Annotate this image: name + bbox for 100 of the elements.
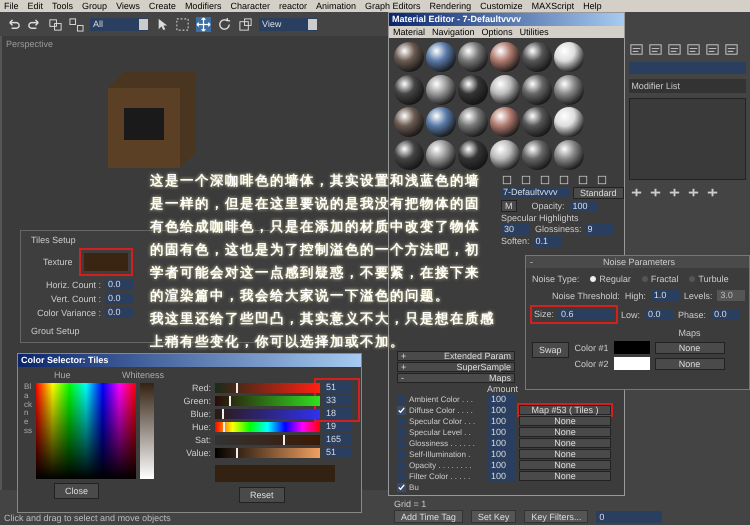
panel-tab-icon[interactable] <box>686 42 702 57</box>
sample-sphere[interactable] <box>426 42 456 72</box>
sample-sphere[interactable] <box>554 74 584 104</box>
whiteness-bar[interactable] <box>140 383 154 479</box>
sample-sphere[interactable] <box>458 107 488 137</box>
object-name-field[interactable] <box>629 62 746 74</box>
number-field[interactable]: 100 <box>488 470 516 482</box>
material-name-dropdown[interactable]: 7-Defaultvvvv <box>501 187 569 198</box>
sample-sphere[interactable] <box>426 74 456 104</box>
color-slider[interactable] <box>215 422 320 432</box>
menu-item[interactable]: Modifiers <box>184 1 222 11</box>
color-swatch[interactable] <box>614 341 650 354</box>
number-field[interactable]: 1.0 <box>650 290 679 301</box>
menu-item[interactable]: Edit <box>28 1 44 11</box>
checkbox[interactable] <box>397 394 406 404</box>
number-field[interactable]: 51 <box>324 447 352 458</box>
menu-item[interactable]: Create <box>148 1 176 11</box>
number-field[interactable]: 165 <box>324 434 352 445</box>
sample-sphere[interactable] <box>522 42 552 72</box>
number-field[interactable]: 0.0 <box>105 307 133 318</box>
color-slider[interactable] <box>215 448 320 458</box>
menu-item[interactable]: Character <box>230 1 270 11</box>
menu-item[interactable]: File <box>4 1 19 11</box>
sample-sphere[interactable] <box>394 74 424 104</box>
add-time-tag-button[interactable]: Add Time Tag <box>394 510 463 523</box>
number-field[interactable]: 51 <box>324 382 352 393</box>
menu-item[interactable]: Group <box>82 1 108 11</box>
tool-icon[interactable] <box>520 174 532 186</box>
tool-icon[interactable] <box>558 174 570 186</box>
slider-thumb[interactable] <box>283 434 286 444</box>
number-field[interactable]: 33 <box>324 395 352 406</box>
panel-tab-icon[interactable] <box>667 42 682 57</box>
sample-sphere[interactable] <box>490 140 520 170</box>
sample-sphere[interactable] <box>522 107 552 137</box>
sample-sphere[interactable] <box>522 74 552 104</box>
sample-sphere[interactable] <box>554 140 584 170</box>
reset-button[interactable]: Reset <box>239 487 285 503</box>
rollout-bar[interactable]: - Noise Parameters <box>526 256 749 268</box>
map-button[interactable]: None <box>519 471 611 481</box>
checkbox[interactable] <box>397 450 406 458</box>
checkbox[interactable] <box>397 472 406 480</box>
number-field[interactable]: 100 <box>488 404 516 416</box>
sample-sphere[interactable] <box>394 107 424 137</box>
tool-icon[interactable] <box>501 174 513 186</box>
number-field[interactable]: 100 <box>488 460 516 470</box>
checkbox[interactable] <box>397 482 406 492</box>
sample-sphere[interactable] <box>554 42 584 72</box>
hue-gradient-square[interactable] <box>36 383 136 479</box>
slider-thumb[interactable] <box>222 422 225 432</box>
move-icon[interactable] <box>196 16 211 32</box>
menu-item[interactable]: Material <box>393 27 426 37</box>
number-field[interactable]: 0.1 <box>532 236 561 247</box>
number-field[interactable]: 0.0 <box>105 279 133 290</box>
texture-swatch[interactable] <box>80 250 131 274</box>
sample-sphere[interactable] <box>490 107 520 137</box>
map-button[interactable]: None <box>654 358 725 370</box>
menu-item[interactable]: Navigation <box>432 27 475 37</box>
close-button[interactable]: Close <box>54 483 100 499</box>
sample-sphere[interactable] <box>522 140 552 170</box>
color-swatch[interactable] <box>614 357 650 370</box>
radio-button[interactable]: Turbule <box>689 274 729 284</box>
sample-sphere[interactable] <box>458 74 488 104</box>
radio-button[interactable]: Regular <box>590 274 631 284</box>
link-icon[interactable] <box>48 16 63 32</box>
menu-item[interactable]: Graph Editors <box>365 1 421 11</box>
rollout-bar[interactable]: + SuperSample <box>397 362 515 372</box>
unlink-icon[interactable] <box>69 16 84 32</box>
tool-icon[interactable] <box>539 174 551 186</box>
checkbox[interactable] <box>397 428 406 436</box>
slider-thumb[interactable] <box>228 396 231 406</box>
frame-field[interactable]: 0 <box>596 510 662 522</box>
map-button[interactable]: None <box>654 342 725 354</box>
panel-tab-icon[interactable] <box>724 42 740 57</box>
radio-button[interactable]: Fractal <box>642 274 678 284</box>
checkbox[interactable] <box>397 406 406 414</box>
sample-sphere[interactable] <box>490 42 520 72</box>
set-key-button[interactable]: Set Key <box>470 510 516 523</box>
number-field[interactable]: 100 <box>488 426 516 438</box>
number-field[interactable]: 0.6 <box>558 309 614 320</box>
map-button[interactable]: Map #53 ( Tiles ) <box>519 405 611 415</box>
tool-icon[interactable] <box>577 174 589 186</box>
number-field[interactable]: 0.0 <box>645 309 674 320</box>
number-field[interactable]: 100 <box>488 416 516 426</box>
number-field[interactable]: 19 <box>324 421 352 432</box>
tool-icon[interactable] <box>596 174 608 186</box>
panel-tab-icon[interactable] <box>648 42 664 57</box>
number-field[interactable]: 18 <box>324 408 352 419</box>
map-button[interactable]: None <box>519 416 611 426</box>
number-field[interactable]: 0.0 <box>105 293 133 304</box>
slider-thumb[interactable] <box>222 408 224 418</box>
sample-sphere[interactable] <box>394 140 424 170</box>
menu-item[interactable]: reactor <box>278 1 307 11</box>
menu-item[interactable]: Customize <box>480 1 523 11</box>
sample-sphere[interactable] <box>554 107 584 137</box>
select-region-icon[interactable] <box>175 16 190 32</box>
panel-tab-icon[interactable] <box>629 42 644 57</box>
sample-sphere[interactable] <box>490 74 520 104</box>
map-button[interactable]: None <box>519 449 611 459</box>
color-slider[interactable] <box>215 382 320 392</box>
rollout-bar[interactable]: - Maps <box>397 373 515 383</box>
